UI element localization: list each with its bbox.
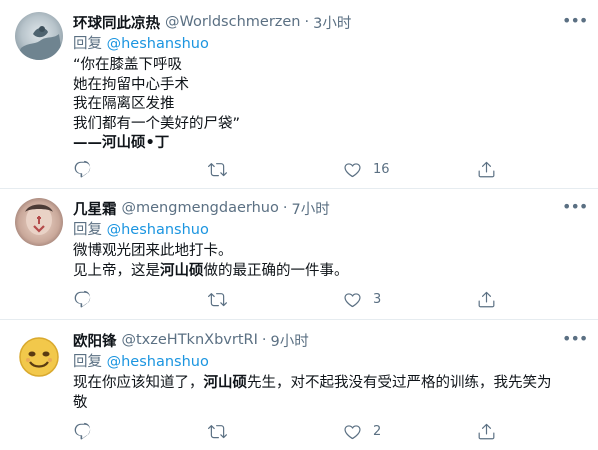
user-handle[interactable]: @mengmengdaerhuo	[122, 200, 279, 216]
bold-text: ——河山硕•丁	[73, 135, 170, 152]
display-name[interactable]: 欧阳锋	[73, 330, 117, 351]
timestamp[interactable]: 9小时	[270, 330, 308, 351]
tweet-3[interactable]: 欧阳锋 @txzeHTknXbvrtRI · 9小时 ••• 回复 @hesha…	[0, 320, 598, 450]
tweet-text: 现在你应该知道了，河山硕先生，对不起我没有受过严格的训练，我先笑为 敬	[73, 374, 584, 413]
text-segment: 做的最正确的一件事。	[203, 262, 349, 279]
more-icon[interactable]: •••	[562, 197, 588, 217]
share-button[interactable]	[477, 420, 496, 442]
avatar[interactable]	[15, 12, 63, 60]
reply-icon	[74, 160, 91, 177]
text-line: 敬	[73, 394, 88, 411]
reply-context: 回复 @heshanshuo	[73, 220, 584, 240]
separator-dot: ·	[304, 14, 310, 30]
reply-handle-link[interactable]: @heshanshuo	[107, 354, 209, 370]
text-line: “你在膝盖下呼吸	[73, 57, 183, 73]
text-line: 她在拘留中心手术	[73, 76, 189, 93]
text-line: ——河山硕•丁	[73, 134, 584, 154]
text-line: 现在你应该知道了，河山硕先生，对不起我没有受过严格的训练，我先笑为	[73, 374, 584, 394]
timestamp[interactable]: 3小时	[313, 12, 351, 33]
share-icon	[478, 423, 495, 439]
reply-prefix: 回复	[73, 36, 102, 52]
user-handle[interactable]: @txzeHTknXbvrtRI	[122, 332, 258, 348]
like-count: 3	[373, 291, 382, 307]
text-line: 微博观光团来此地打卡。	[73, 243, 233, 259]
share-icon	[478, 291, 495, 307]
user-handle[interactable]: @Worldschmerzen	[165, 14, 301, 30]
timestamp[interactable]: 7小时	[291, 198, 329, 219]
separator-dot: ·	[282, 200, 288, 216]
text-segment: 见上帝，这是	[73, 262, 160, 279]
like-icon	[344, 162, 361, 177]
tweet-header: 欧阳锋 @txzeHTknXbvrtRI · 9小时 •••	[73, 329, 588, 351]
tweet-2[interactable]: 几星霜 @mengmengdaerhuo · 7小时 ••• 回复 @hesha…	[0, 189, 598, 320]
tweet-actions: 2	[73, 420, 598, 442]
tweet-header: 几星霜 @mengmengdaerhuo · 7小时 •••	[73, 197, 588, 219]
like-button[interactable]: 2	[343, 420, 381, 442]
like-icon	[344, 424, 361, 439]
retweet-icon	[208, 162, 227, 176]
like-icon	[344, 292, 361, 307]
tweet-actions: 3	[73, 288, 598, 310]
reply-button[interactable]	[73, 420, 103, 442]
more-icon[interactable]: •••	[562, 11, 588, 31]
tweet-header: 环球同此凉热 @Worldschmerzen · 3小时 •••	[73, 11, 588, 33]
share-icon	[478, 161, 495, 177]
tweet-actions: 16	[73, 158, 598, 180]
like-count: 2	[373, 423, 382, 439]
text-segment: 现在你应该知道了，	[73, 375, 204, 391]
like-button[interactable]: 3	[343, 288, 381, 310]
reply-handle-link[interactable]: @heshanshuo	[107, 222, 209, 238]
separator-dot: ·	[261, 332, 267, 348]
more-icon[interactable]: •••	[562, 329, 588, 349]
reply-prefix: 回复	[73, 222, 102, 238]
bold-text: 河山硕	[203, 375, 248, 391]
retweet-icon	[208, 424, 227, 438]
tweet-text: 微博观光团来此地打卡。 见上帝，这是河山硕做的最正确的一件事。	[73, 242, 584, 281]
reply-context: 回复 @heshanshuo	[73, 352, 584, 372]
retweet-button[interactable]	[208, 288, 238, 310]
reply-button[interactable]	[73, 288, 103, 310]
reply-prefix: 回复	[73, 354, 102, 370]
like-count: 16	[373, 161, 390, 177]
reply-context: 回复 @heshanshuo	[73, 34, 584, 54]
avatar[interactable]	[15, 333, 63, 381]
reply-icon	[74, 290, 91, 307]
text-line: 我在隔离区发推	[73, 96, 175, 113]
tweet-1[interactable]: 环球同此凉热 @Worldschmerzen · 3小时 ••• 回复 @hes…	[0, 0, 598, 189]
tweet-text: “你在膝盖下呼吸 她在拘留中心手术 我在隔离区发推 我们都有一个美好的尸袋” —…	[73, 56, 584, 154]
display-name[interactable]: 环球同此凉热	[73, 12, 160, 33]
bold-text: 河山硕	[160, 262, 204, 279]
retweet-button[interactable]	[208, 158, 238, 180]
reply-handle-link[interactable]: @heshanshuo	[107, 36, 209, 52]
share-button[interactable]	[477, 158, 496, 180]
text-line: 见上帝，这是河山硕做的最正确的一件事。	[73, 262, 584, 282]
reply-icon	[74, 422, 91, 439]
text-line: 我们都有一个美好的尸袋”	[73, 115, 241, 132]
avatar[interactable]	[15, 198, 63, 246]
like-button[interactable]: 16	[343, 158, 390, 180]
display-name[interactable]: 几星霜	[73, 198, 117, 219]
retweet-button[interactable]	[208, 420, 238, 442]
text-segment: 先生，对不起我没有受过严格的训练，我先笑为	[247, 375, 552, 391]
reply-button[interactable]	[73, 158, 103, 180]
retweet-icon	[208, 292, 227, 306]
share-button[interactable]	[477, 288, 496, 310]
